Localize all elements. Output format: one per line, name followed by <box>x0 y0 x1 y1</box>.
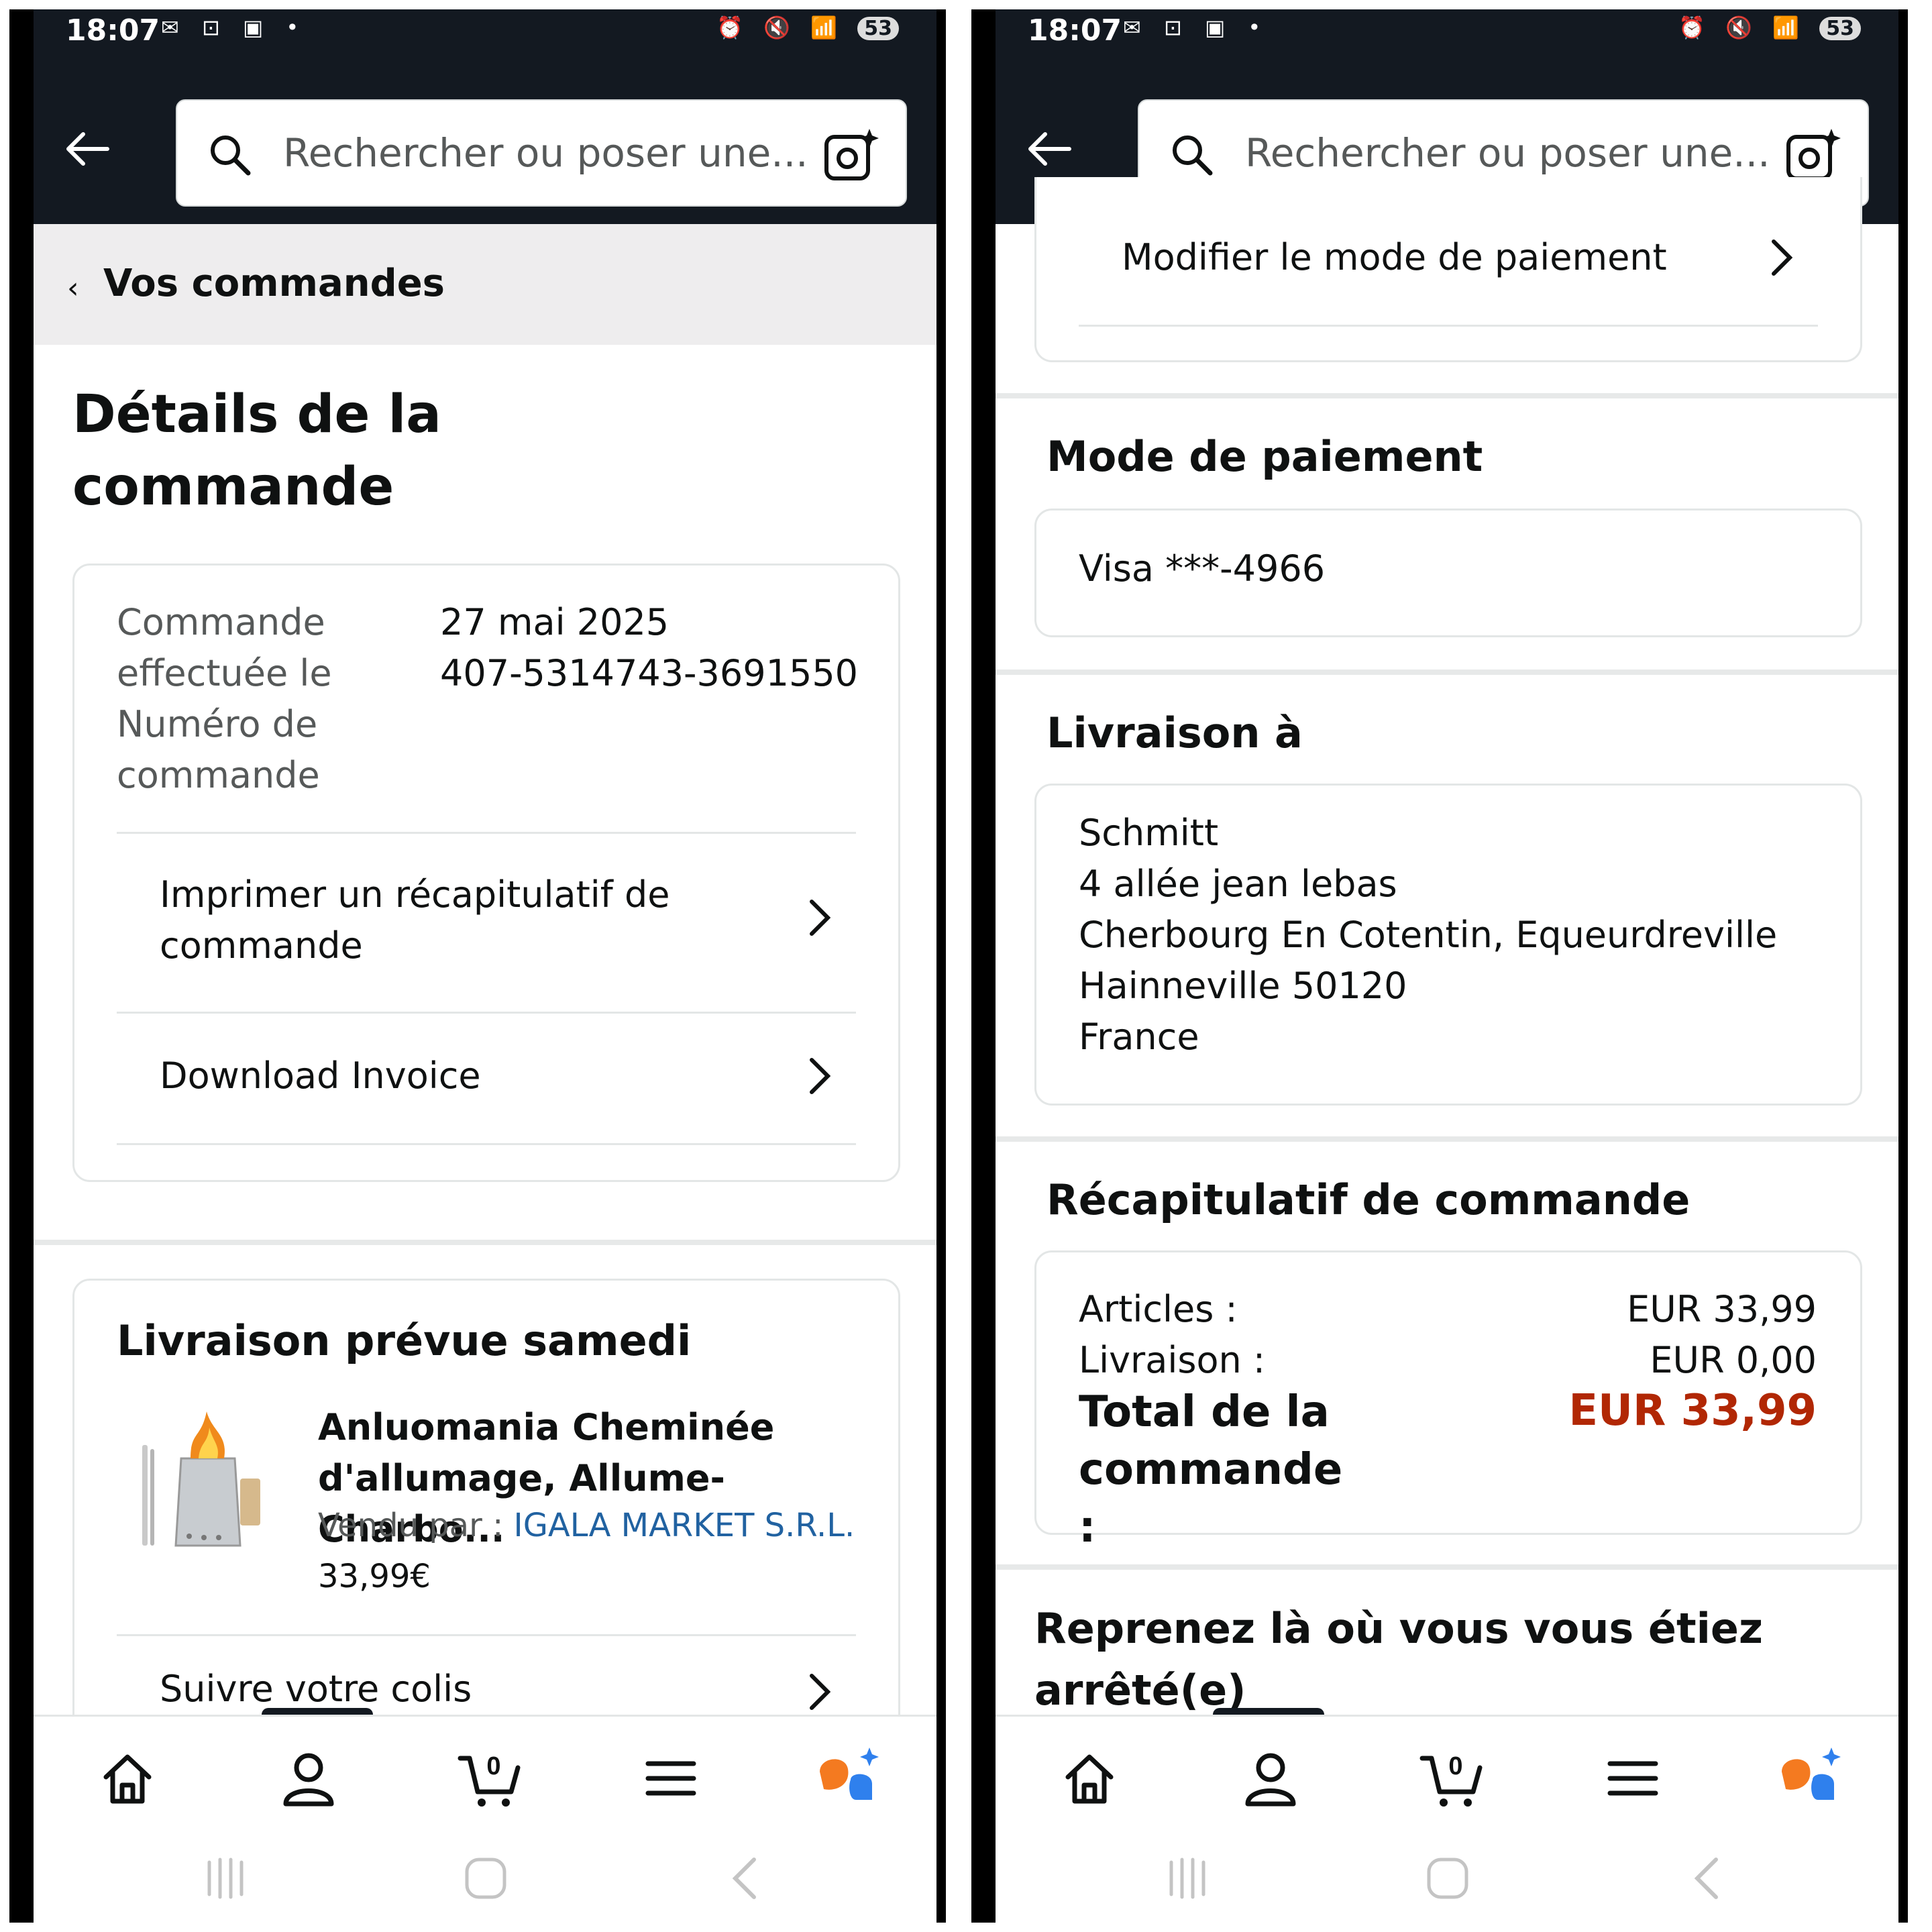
address-postal: Hainneville 50120 <box>1079 965 1407 1007</box>
items-value: EUR 33,99 <box>1627 1288 1817 1330</box>
divider <box>117 1634 856 1636</box>
download-invoice-link[interactable]: Download Invoice <box>160 1051 481 1102</box>
search-icon <box>1173 136 1213 176</box>
camera-search-icon[interactable] <box>1784 126 1842 184</box>
divider <box>117 832 856 834</box>
system-navigation <box>34 1835 936 1923</box>
home-icon[interactable] <box>94 1745 161 1812</box>
cart-count: 0 <box>486 1752 500 1780</box>
chevron-right-icon[interactable] <box>806 1670 833 1713</box>
address-name: Schmitt <box>1079 812 1219 854</box>
delivery-title: Livraison prévue samedi <box>117 1316 692 1365</box>
system-icons: ⏰ 🔇 📶 53 <box>716 15 899 40</box>
sold-by-colon: : <box>492 1507 514 1544</box>
section-separator <box>996 393 1898 398</box>
search-placeholder: Rechercher ou poser une... <box>1245 130 1770 176</box>
sold-by-label: Vendu par <box>318 1507 482 1544</box>
left-screen: 18:07 ✉ ⊡ ▣ • ⏰ 🔇 📶 53 Rechercher ou pos… <box>34 9 936 1923</box>
shipping-cost-label: Livraison : <box>1079 1339 1266 1381</box>
bottom-navigation: 0 <box>34 1715 936 1835</box>
chevron-right-icon[interactable] <box>806 896 833 939</box>
cart-icon[interactable]: 0 <box>1418 1745 1485 1812</box>
back-button-icon[interactable] <box>1680 1851 1733 1905</box>
divider <box>117 1012 856 1014</box>
divider <box>117 1143 856 1145</box>
breadcrumb-orders-link[interactable]: Vos commandes <box>103 262 445 305</box>
search-header: Rechercher ou poser une... <box>34 48 936 224</box>
battery-indicator: 53 <box>857 17 899 40</box>
account-icon[interactable] <box>275 1745 342 1812</box>
shipping-title: Livraison à <box>1046 708 1303 757</box>
chevron-right-icon[interactable] <box>806 1055 833 1097</box>
order-number-label: Numéro de commande <box>117 703 320 796</box>
account-icon[interactable] <box>1237 1745 1304 1812</box>
status-time: 18:07 <box>66 13 160 48</box>
notification-icons: ✉ ⊡ ▣ • <box>161 15 307 40</box>
rufus-assistant-icon[interactable] <box>1778 1745 1845 1812</box>
rufus-assistant-icon[interactable] <box>816 1745 883 1812</box>
shipping-address: Schmitt 4 allée jean lebas Cherbourg En … <box>1079 808 1777 1063</box>
seller-link[interactable]: IGALA MARKET S.R.L. <box>514 1507 855 1544</box>
bottom-navigation: 0 <box>996 1715 1898 1835</box>
section-separator <box>996 1136 1898 1142</box>
system-icons: ⏰ 🔇 📶 53 <box>1678 15 1861 40</box>
menu-icon[interactable] <box>1599 1745 1666 1812</box>
status-time: 18:07 <box>1028 13 1122 48</box>
shipping-cost-value: EUR 0,00 <box>1650 1339 1817 1381</box>
page-title: Détails de la commande <box>72 384 441 517</box>
right-screen: 18:07 ✉ ⊡ ▣ • ⏰ 🔇 📶 53 Rechercher ou pos… <box>996 9 1898 1923</box>
payment-title: Mode de paiement <box>1046 432 1483 481</box>
recent-apps-icon[interactable] <box>1162 1851 1216 1905</box>
breadcrumb[interactable]: ‹ Vos commandes <box>34 224 936 345</box>
battery-indicator: 53 <box>1819 17 1861 40</box>
chevron-left-icon: ‹ <box>67 271 79 305</box>
track-package-link[interactable]: Suivre votre colis <box>160 1664 472 1715</box>
order-date-label: Commande effectuée le <box>117 601 332 694</box>
right-phone-screenshot: 18:07 ✉ ⊡ ▣ • ⏰ 🔇 📶 53 Rechercher ou pos… <box>971 9 1908 1923</box>
cart-icon[interactable]: 0 <box>456 1745 523 1812</box>
notification-icons: ✉ ⊡ ▣ • <box>1123 15 1269 40</box>
total-label: Total de la commande : <box>1079 1387 1343 1552</box>
home-button-icon[interactable] <box>459 1851 513 1905</box>
recent-apps-icon[interactable] <box>200 1851 254 1905</box>
print-summary-link[interactable]: Imprimer un récapitulatif de commande <box>160 869 683 971</box>
menu-icon[interactable] <box>637 1745 704 1812</box>
cart-count: 0 <box>1448 1752 1462 1780</box>
back-button-icon[interactable] <box>718 1851 771 1905</box>
address-country: France <box>1079 1016 1199 1058</box>
address-city: Cherbourg En Cotentin, Equeurdreville <box>1079 914 1778 956</box>
signal-icons: ⏰ 🔇 📶 <box>716 15 845 40</box>
signal-icons: ⏰ 🔇 📶 <box>1678 15 1807 40</box>
divider <box>1079 325 1818 327</box>
status-bar: 18:07 ✉ ⊡ ▣ • ⏰ 🔇 📶 53 <box>34 9 936 48</box>
product-thumbnail[interactable] <box>134 1405 282 1566</box>
chevron-right-icon[interactable] <box>1768 236 1795 279</box>
search-placeholder: Rechercher ou poser une... <box>283 130 808 176</box>
address-street: 4 allée jean lebas <box>1079 863 1397 905</box>
back-arrow-icon[interactable] <box>1022 122 1076 176</box>
resume-title: Reprenez là où vous vous étiez arrêté(e) <box>1034 1604 1763 1715</box>
search-icon <box>211 136 251 176</box>
change-payment-link[interactable]: Modifier le mode de paiement <box>1122 232 1667 283</box>
section-separator <box>996 669 1898 675</box>
sold-by-line: Vendu par : IGALA MARKET S.R.L. <box>318 1507 855 1544</box>
left-phone-screenshot: 18:07 ✉ ⊡ ▣ • ⏰ 🔇 📶 53 Rechercher ou pos… <box>9 9 946 1923</box>
status-bar: 18:07 ✉ ⊡ ▣ • ⏰ 🔇 📶 53 <box>996 9 1898 48</box>
system-navigation <box>996 1835 1898 1923</box>
search-bar[interactable]: Rechercher ou poser une... <box>176 99 907 207</box>
product-price: 33,99€ <box>318 1558 431 1595</box>
order-number-value: 407-5314743-3691550 <box>440 652 859 694</box>
camera-search-icon[interactable] <box>822 126 880 184</box>
summary-title: Récapitulatif de commande <box>1046 1175 1690 1224</box>
items-label: Articles : <box>1079 1288 1238 1330</box>
total-value: EUR 33,99 <box>1568 1386 1817 1436</box>
back-arrow-icon[interactable] <box>60 122 114 176</box>
order-date-value: 27 mai 2025 <box>440 601 669 643</box>
section-separator <box>996 1564 1898 1570</box>
section-separator <box>34 1240 936 1245</box>
home-icon[interactable] <box>1056 1745 1123 1812</box>
home-button-icon[interactable] <box>1421 1851 1474 1905</box>
payment-card-value: Visa ***-4966 <box>1079 547 1326 590</box>
